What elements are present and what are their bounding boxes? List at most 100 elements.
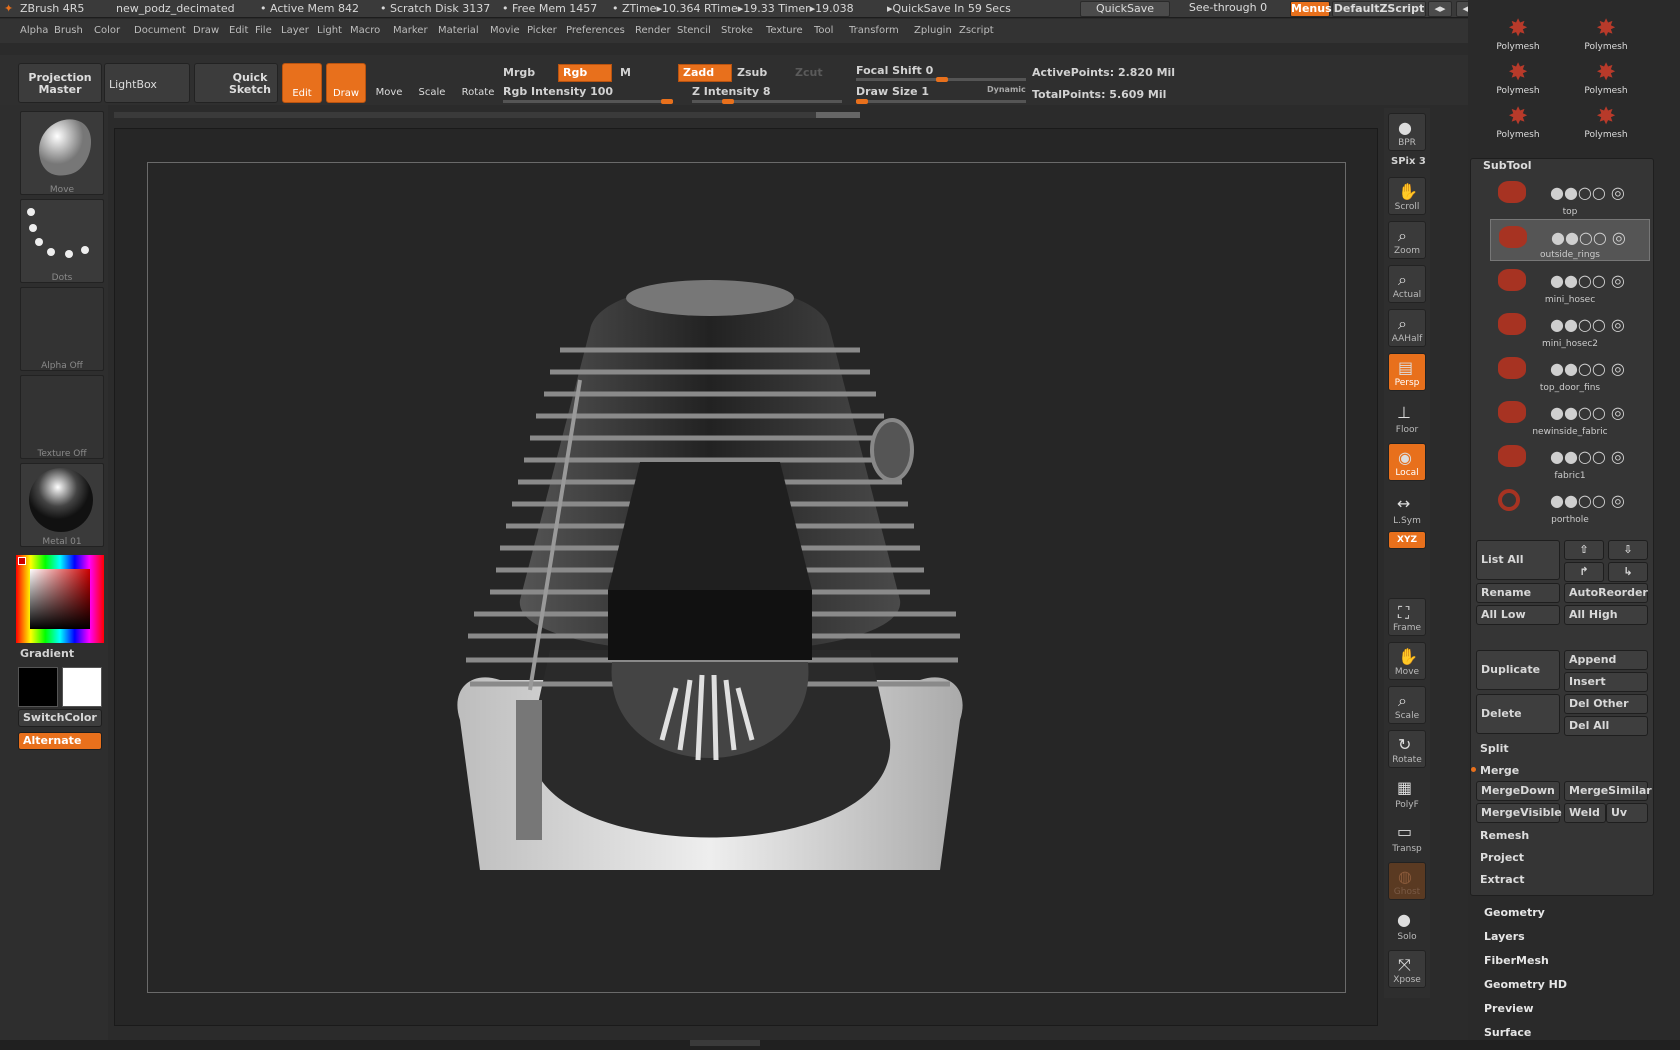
subtool-eye-icon[interactable]: ●●○○ ◎ (1550, 491, 1660, 510)
del-all-button[interactable]: Del All (1564, 716, 1648, 736)
draw-button[interactable]: Draw (326, 63, 366, 103)
insert-button[interactable]: Insert (1564, 672, 1648, 692)
spix-label[interactable]: SPix 3 (1391, 156, 1426, 167)
subtool-eye-icon[interactable]: ●●○○ ◎ (1550, 315, 1660, 334)
material-selector[interactable]: Metal 01 (20, 463, 104, 547)
move-button[interactable]: Move (370, 63, 408, 103)
del-other-button[interactable]: Del Other (1564, 694, 1648, 714)
menu-draw[interactable]: Draw (193, 25, 219, 36)
xyz-button[interactable]: XYZ (1388, 531, 1426, 549)
polymesh-thumb[interactable]: ✸ Polymesh (1566, 14, 1646, 56)
menu-transform[interactable]: Transform (849, 25, 899, 36)
polyf-button[interactable]: ▦ PolyF (1388, 774, 1426, 812)
zoom-button[interactable]: ⌕ Zoom (1388, 221, 1426, 259)
subtool-item[interactable]: ●●○○ ◎ mini_hosec (1490, 263, 1650, 305)
fibermesh-section[interactable]: FiberMesh (1484, 954, 1549, 967)
rotate-view-button[interactable]: ↻ Rotate (1388, 730, 1426, 768)
polymesh-thumb[interactable]: ✸ Polymesh (1566, 58, 1646, 100)
color-picker[interactable] (16, 555, 104, 643)
rgb-toggle[interactable]: Rgb (558, 64, 612, 82)
subtool-eye-icon[interactable]: ●●○○ ◎ (1550, 447, 1660, 466)
default-zscript-button[interactable]: DefaultZScript (1332, 1, 1426, 17)
menu-alpha[interactable]: Alpha (20, 25, 48, 36)
menu-preferences[interactable]: Preferences (566, 25, 625, 36)
remesh-section[interactable]: Remesh (1480, 829, 1529, 842)
subtool-item[interactable]: ●●○○ ◎ top (1490, 175, 1650, 217)
scroll-button[interactable]: ✋ Scroll (1388, 177, 1426, 215)
polymesh-thumb[interactable]: ✸ Polymesh (1478, 14, 1558, 56)
menu-render[interactable]: Render (635, 25, 671, 36)
move-up-arrow-icon[interactable]: ⇧ (1564, 540, 1604, 560)
subtool-item[interactable]: ●●○○ ◎ top_door_fins (1490, 351, 1650, 393)
menu-movie[interactable]: Movie (490, 25, 520, 36)
menu-texture[interactable]: Texture (766, 25, 803, 36)
alternate-button[interactable]: Alternate (18, 732, 102, 750)
subtool-eye-icon[interactable]: ●●○○ ◎ (1550, 359, 1660, 378)
dynamic-toggle[interactable]: Dynamic (987, 85, 1026, 94)
menu-zscript[interactable]: Zscript (959, 25, 994, 36)
m-toggle[interactable]: M (620, 66, 631, 79)
move-up-right-arrow-icon[interactable]: ↱ (1564, 562, 1604, 582)
brush-selector[interactable]: Move (20, 111, 104, 195)
alpha-selector[interactable]: Alpha Off (20, 287, 104, 371)
subtool-eye-icon[interactable]: ●●○○ ◎ (1550, 183, 1660, 202)
rgb-intensity-slider[interactable] (503, 99, 673, 104)
gradient-label[interactable]: Gradient (20, 647, 74, 660)
geometry-hd-section[interactable]: Geometry HD (1484, 978, 1567, 991)
menu-color[interactable]: Color (94, 25, 120, 36)
subtool-title[interactable]: SubTool (1483, 159, 1532, 172)
merge-visible-button[interactable]: MergeVisible (1476, 803, 1562, 823)
switch-color-button[interactable]: SwitchColor (18, 709, 102, 727)
menu-macro[interactable]: Macro (350, 25, 380, 36)
menu-light[interactable]: Light (317, 25, 342, 36)
rotate-button[interactable]: Rotate (458, 63, 498, 103)
draw-size-slider[interactable] (856, 99, 1026, 104)
edit-button[interactable]: Edit (282, 63, 322, 103)
subtool-item[interactable]: ●●○○ ◎ mini_hosec2 (1490, 307, 1650, 349)
transp-button[interactable]: ▭ Transp (1388, 818, 1426, 856)
merge-similar-button[interactable]: MergeSimilar (1564, 781, 1652, 801)
scale-view-button[interactable]: ⌕ Scale (1388, 686, 1426, 724)
projection-master-button[interactable]: Projection Master (18, 63, 102, 103)
document-scrollbar[interactable] (114, 112, 860, 118)
subtool-item[interactable]: ●●○○ ◎ fabric1 (1490, 439, 1650, 481)
bottom-tray-toggle-icon[interactable] (690, 1040, 760, 1046)
lightbox-button[interactable]: LightBox (104, 63, 190, 103)
z-intensity-slider[interactable] (692, 99, 842, 104)
secondary-color-swatch[interactable] (62, 667, 102, 707)
menu-brush[interactable]: Brush (54, 25, 83, 36)
menu-stencil[interactable]: Stencil (677, 25, 711, 36)
subtool-item[interactable]: ●●○○ ◎ porthole (1490, 483, 1650, 525)
aahalf-button[interactable]: ⌕ AAHalf (1388, 309, 1426, 347)
focal-shift-slider[interactable] (856, 77, 1026, 82)
floor-button[interactable]: ⊥ Floor (1388, 399, 1426, 437)
scale-button[interactable]: Scale (413, 63, 451, 103)
layout-left-icon[interactable]: ◂▸ (1428, 1, 1452, 17)
persp-button[interactable]: ▤ Persp (1388, 353, 1426, 391)
polymesh-thumb[interactable]: ✸ Polymesh (1566, 102, 1646, 144)
zsub-toggle[interactable]: Zsub (737, 66, 767, 79)
move-down-right-arrow-icon[interactable]: ↳ (1608, 562, 1648, 582)
texture-selector[interactable]: Texture Off (20, 375, 104, 459)
ghost-button[interactable]: ◍ Ghost (1388, 862, 1426, 900)
surface-section[interactable]: Surface (1484, 1026, 1531, 1039)
menu-layer[interactable]: Layer (281, 25, 309, 36)
delete-button[interactable]: Delete (1476, 694, 1560, 734)
menu-file[interactable]: File (255, 25, 272, 36)
list-all-button[interactable]: List All (1476, 540, 1560, 580)
preview-section[interactable]: Preview (1484, 1002, 1534, 1015)
geometry-section[interactable]: Geometry (1484, 906, 1545, 919)
see-through-slider[interactable]: See-through 0 (1174, 1, 1282, 17)
frame-button[interactable]: ⛶ Frame (1388, 598, 1426, 636)
move-view-button[interactable]: ✋ Move (1388, 642, 1426, 680)
menu-picker[interactable]: Picker (527, 25, 557, 36)
subtool-eye-icon[interactable]: ●●○○ ◎ (1550, 271, 1660, 290)
move-down-arrow-icon[interactable]: ⇩ (1608, 540, 1648, 560)
mrgb-toggle[interactable]: Mrgb (503, 66, 535, 79)
subtool-item[interactable]: ●●○○ ◎ newinside_fabric (1490, 395, 1650, 437)
extract-section[interactable]: Extract (1480, 873, 1525, 886)
all-high-button[interactable]: All High (1564, 605, 1648, 625)
layers-section[interactable]: Layers (1484, 930, 1525, 943)
merge-section[interactable]: Merge (1480, 764, 1519, 777)
append-button[interactable]: Append (1564, 650, 1648, 670)
